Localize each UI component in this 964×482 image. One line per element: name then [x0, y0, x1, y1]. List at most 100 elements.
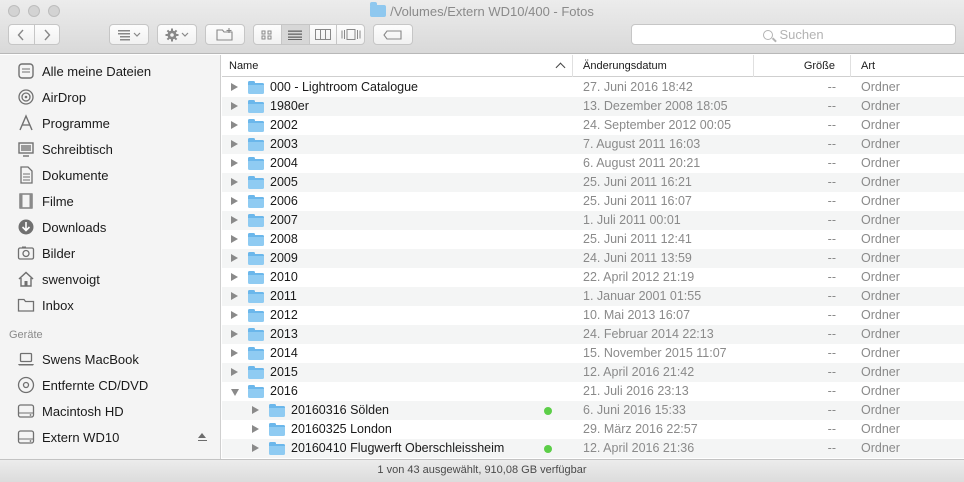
table-row[interactable]: 000 - Lightroom Catalogue 27. Juni 2016 1…	[222, 78, 964, 97]
sidebar-item-swens-macbook[interactable]: Swens MacBook	[0, 346, 221, 372]
sidebar-item-alle-meine-dateien[interactable]: Alle meine Dateien	[0, 58, 221, 84]
disclosure-closed-icon[interactable]	[231, 311, 238, 319]
file-name: 2010	[270, 270, 298, 284]
modified-date: 6. August 2011 20:21	[583, 156, 701, 170]
file-name: 1980er	[270, 99, 309, 113]
file-size: --	[827, 137, 836, 151]
table-row[interactable]: 2013 24. Februar 2014 22:13 -- Ordner	[222, 325, 964, 344]
table-row[interactable]: 20160325 London 29. März 2016 22:57 -- Ordn…	[222, 420, 964, 439]
new-folder-button[interactable]	[205, 24, 245, 45]
back-button[interactable]	[9, 25, 35, 44]
list-view-button[interactable]	[281, 25, 310, 44]
modified-date: 1. Juli 2011 00:01	[583, 213, 681, 227]
list-view-icon	[288, 30, 303, 40]
disclosure-closed-icon[interactable]	[231, 159, 238, 167]
folder-icon	[248, 347, 264, 360]
eject-icon[interactable]	[198, 433, 207, 441]
folder-icon	[248, 385, 264, 398]
disclosure-closed-icon[interactable]	[231, 292, 238, 300]
file-name: 2005	[270, 175, 298, 189]
table-row[interactable]: 2006 25. Juni 2011 16:07 -- Ordner	[222, 192, 964, 211]
disclosure-closed-icon[interactable]	[231, 349, 238, 357]
table-row[interactable]: 20160316 Sölden 6. Juni 2016 15:33 -- Ordne…	[222, 401, 964, 420]
sidebar-item-downloads[interactable]: Downloads	[0, 214, 221, 240]
file-name: 2002	[270, 118, 298, 132]
action-button[interactable]	[157, 24, 197, 45]
file-size: --	[827, 327, 836, 341]
table-row[interactable]: 2016 21. Juli 2016 23:13 -- Ordner	[222, 382, 964, 401]
file-kind: Ordner	[861, 365, 900, 379]
disclosure-closed-icon[interactable]	[231, 273, 238, 281]
disclosure-closed-icon[interactable]	[231, 330, 238, 338]
table-row[interactable]: 2010 22. April 2012 21:19 -- Ordner	[222, 268, 964, 287]
column-header-kind[interactable]: Art	[851, 55, 964, 77]
table-row[interactable]: 2012 10. Mai 2013 16:07 -- Ordner	[222, 306, 964, 325]
file-kind: Ordner	[861, 422, 900, 436]
arrange-button[interactable]	[109, 24, 149, 45]
sidebar-item-bilder[interactable]: Bilder	[0, 240, 221, 266]
disclosure-closed-icon[interactable]	[231, 121, 238, 129]
table-row[interactable]: 2003 7. August 2011 16:03 -- Ordner	[222, 135, 964, 154]
file-size: --	[827, 99, 836, 113]
table-row[interactable]: 2008 25. Juni 2011 12:41 -- Ordner	[222, 230, 964, 249]
harddisk-icon	[17, 402, 35, 420]
column-view-icon	[314, 29, 331, 40]
sidebar-item-swenvoigt[interactable]: swenvoigt	[0, 266, 221, 292]
disclosure-closed-icon[interactable]	[231, 368, 238, 376]
forward-button[interactable]	[35, 25, 60, 44]
table-row[interactable]: 2015 12. April 2016 21:42 -- Ordner	[222, 363, 964, 382]
modified-date: 21. Juli 2016 23:13	[583, 384, 689, 398]
disclosure-closed-icon[interactable]	[252, 444, 259, 452]
file-kind: Ordner	[861, 403, 900, 417]
table-row[interactable]: 2002 24. September 2012 00:05 -- Ordner	[222, 116, 964, 135]
sidebar-item-schreibtisch[interactable]: Schreibtisch	[0, 136, 221, 162]
tags-button[interactable]	[373, 24, 413, 45]
sidebar-item-entfernte-cd-dvd[interactable]: Entfernte CD/DVD	[0, 372, 221, 398]
sidebar: Alle meine Dateien AirDrop Programme Schrei…	[0, 55, 221, 459]
sidebar-item-airdrop[interactable]: AirDrop	[0, 84, 221, 110]
sidebar-item-label: Alle meine Dateien	[42, 63, 152, 79]
sidebar-item-programme[interactable]: Programme	[0, 110, 221, 136]
disclosure-closed-icon[interactable]	[231, 216, 238, 224]
disclosure-closed-icon[interactable]	[231, 102, 238, 110]
disclosure-closed-icon[interactable]	[252, 425, 259, 433]
table-row[interactable]: 2014 15. November 2015 11:07 -- Ordner	[222, 344, 964, 363]
table-row[interactable]: 2007 1. Juli 2011 00:01 -- Ordner	[222, 211, 964, 230]
disclosure-closed-icon[interactable]	[252, 406, 259, 414]
file-kind: Ordner	[861, 270, 900, 284]
search-field[interactable]: Suchen	[631, 24, 956, 45]
table-row[interactable]: 1980er 13. Dezember 2008 18:05 -- Ordner	[222, 97, 964, 116]
table-row[interactable]: 2004 6. August 2011 20:21 -- Ordner	[222, 154, 964, 173]
disclosure-closed-icon[interactable]	[231, 235, 238, 243]
airdrop-icon	[17, 88, 35, 106]
disclosure-closed-icon[interactable]	[231, 140, 238, 148]
table-row[interactable]: 2005 25. Juni 2011 16:21 -- Ordner	[222, 173, 964, 192]
table-row[interactable]: 20160410 Flugwerft Oberschleissheim 12. A…	[222, 439, 964, 458]
column-view-button[interactable]	[310, 25, 338, 44]
disclosure-closed-icon[interactable]	[231, 83, 238, 91]
disclosure-closed-icon[interactable]	[231, 178, 238, 186]
folder-icon	[248, 195, 264, 208]
folder-icon	[248, 309, 264, 322]
column-header-date[interactable]: Änderungsdatum	[573, 55, 754, 77]
sidebar-item-dokumente[interactable]: Dokumente	[0, 162, 221, 188]
file-name: 2014	[270, 346, 298, 360]
table-row[interactable]: 2011 1. Januar 2001 01:55 -- Ordner	[222, 287, 964, 306]
disclosure-open-icon[interactable]	[231, 389, 239, 396]
disclosure-closed-icon[interactable]	[231, 254, 238, 262]
sidebar-item-macintosh-hd[interactable]: Macintosh HD	[0, 398, 221, 424]
coverflow-view-icon	[341, 29, 361, 40]
coverflow-view-button[interactable]	[337, 25, 364, 44]
sidebar-item-inbox[interactable]: Inbox	[0, 292, 221, 318]
icon-view-button[interactable]	[254, 25, 282, 44]
column-header-name-label: Name	[229, 60, 259, 72]
column-header-name[interactable]: Name	[222, 55, 573, 77]
sidebar-item-label: swenvoigt	[42, 271, 100, 287]
sidebar-item-extern-wd10[interactable]: Extern WD10	[0, 424, 221, 450]
disclosure-closed-icon[interactable]	[231, 197, 238, 205]
table-row[interactable]: 2009 24. Juni 2011 13:59 -- Ordner	[222, 249, 964, 268]
sidebar-item-filme[interactable]: Filme	[0, 188, 221, 214]
tag-icon	[383, 29, 402, 40]
column-header-size[interactable]: Größe	[754, 55, 851, 77]
sidebar-item-label: Inbox	[42, 297, 74, 313]
